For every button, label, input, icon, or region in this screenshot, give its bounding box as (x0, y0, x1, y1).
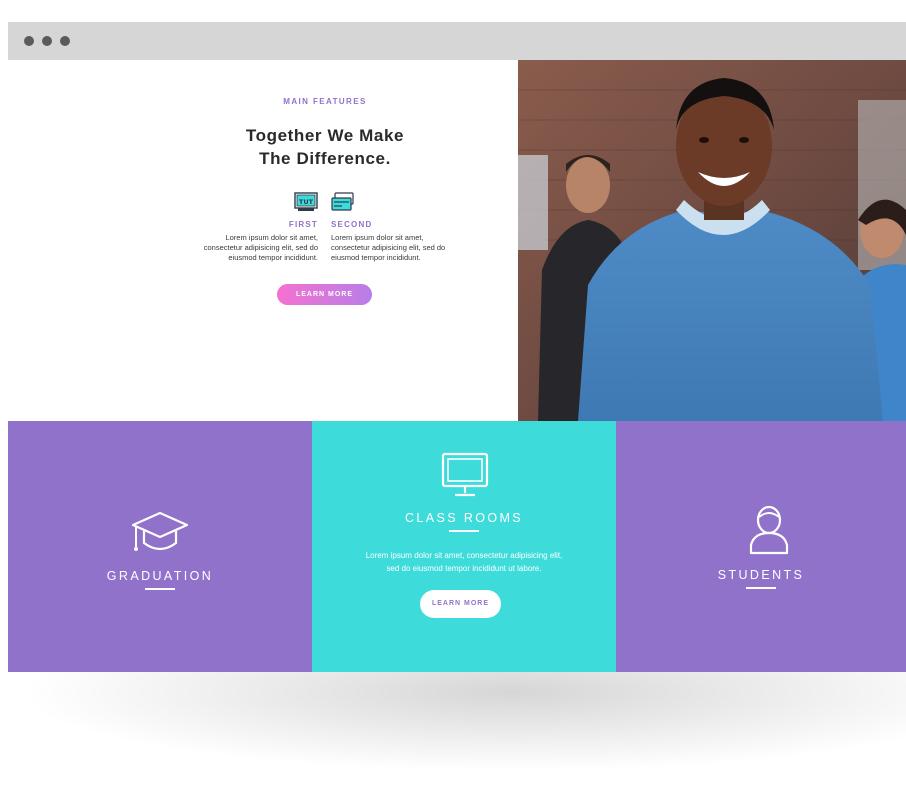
tile-students-title: STUDENTS (717, 568, 805, 582)
svg-text:TUT: TUT (299, 198, 314, 206)
cards-icon (331, 192, 354, 211)
tile-class-rooms-underline (449, 530, 479, 532)
tile-students[interactable]: STUDENTS (616, 421, 906, 672)
people-photo-illustration (518, 60, 906, 421)
feature-second-text: Lorem ipsum dolor sit amet, consectetur … (331, 233, 446, 262)
learn-more-button[interactable]: LEARN MORE (277, 284, 372, 305)
window-dot-minimize[interactable] (42, 36, 52, 46)
tile-class-rooms-text-line-1: Lorem ipsum dolor sit amet, consectetur … (365, 551, 563, 560)
feature-first-text: Lorem ipsum dolor sit amet, consectetur … (203, 233, 318, 262)
student-icon (749, 505, 789, 555)
tile-graduation[interactable]: GRADUATION (8, 421, 312, 672)
feature-second-label: SECOND (331, 220, 373, 229)
tile-graduation-title: GRADUATION (106, 569, 214, 583)
hero-photo (518, 60, 906, 421)
tile-students-underline (746, 587, 776, 589)
browser-window: MAIN FEATURES Together We Make The Diffe… (8, 22, 906, 672)
feature-tiles: GRADUATION CLASS ROOMS Lorem ipsum dolor… (8, 421, 906, 672)
headline-line-2: The Difference. (259, 149, 391, 168)
monitor-icon (441, 452, 489, 497)
tile-class-rooms-text-line-2: sed do eiusmod tempor incididunt ut labo… (386, 564, 542, 573)
window-dot-close[interactable] (24, 36, 34, 46)
graduation-cap-icon (131, 511, 189, 551)
tile-class-rooms[interactable]: CLASS ROOMS Lorem ipsum dolor sit amet, … (312, 421, 616, 672)
tile-class-rooms-text: Lorem ipsum dolor sit amet, consectetur … (332, 549, 596, 575)
headline-line-1: Together We Make (245, 126, 405, 145)
tile-graduation-underline (145, 588, 175, 590)
browser-titlebar (8, 22, 906, 60)
tut-screen-icon: TUT (294, 192, 318, 211)
window-dot-maximize[interactable] (60, 36, 70, 46)
feature-first-label: FIRST (288, 220, 318, 229)
tile-class-rooms-title: CLASS ROOMS (404, 511, 524, 525)
main-features-section: MAIN FEATURES Together We Make The Diffe… (8, 60, 518, 421)
class-rooms-learn-more-button[interactable]: LEARN MORE (420, 590, 501, 618)
